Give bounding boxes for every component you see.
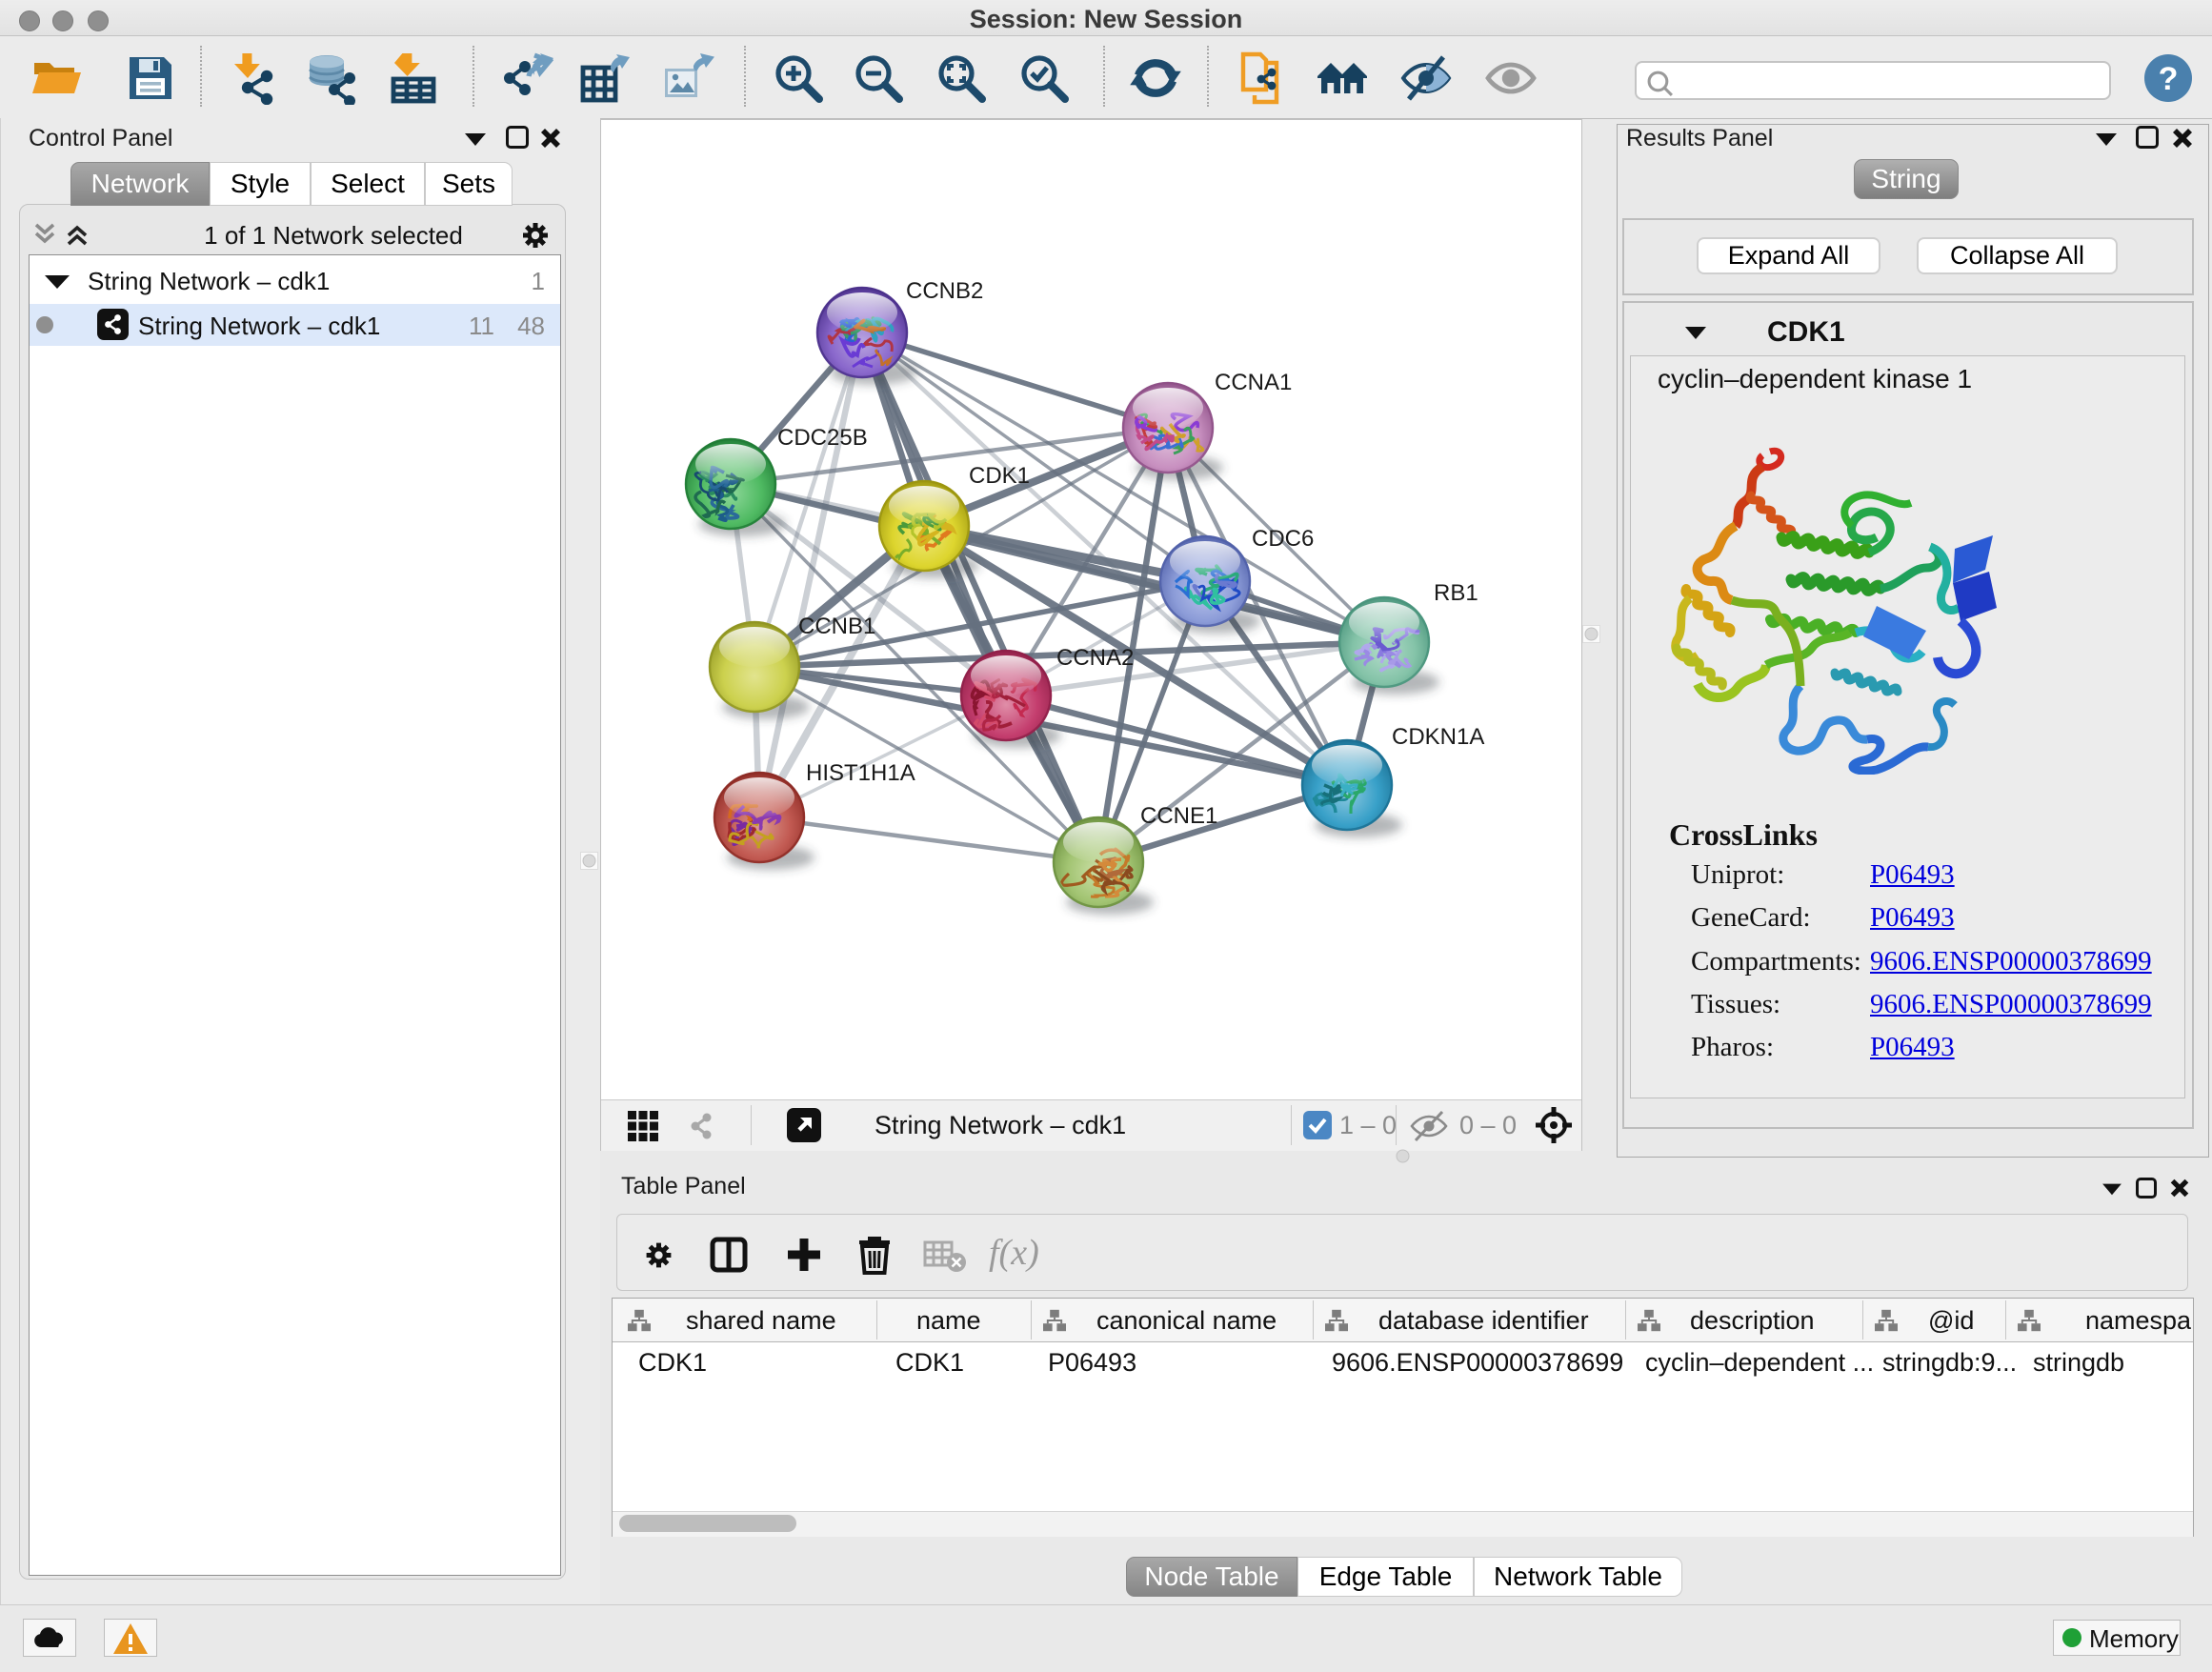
svg-text:CDKN1A: CDKN1A	[1392, 724, 1484, 750]
svg-text:CCNB1: CCNB1	[798, 614, 875, 639]
svg-text:CCNA2: CCNA2	[1056, 645, 1134, 671]
svg-text:RB1: RB1	[1434, 580, 1478, 606]
svg-text:CCNA1: CCNA1	[1215, 370, 1292, 395]
svg-text:CCNE1: CCNE1	[1140, 803, 1217, 829]
svg-text:HIST1H1A: HIST1H1A	[806, 760, 915, 786]
svg-text:?: ?	[2159, 61, 2179, 97]
svg-text:CCNB2: CCNB2	[906, 278, 983, 304]
svg-text:CDC6: CDC6	[1252, 526, 1314, 552]
svg-text:CDK1: CDK1	[969, 463, 1030, 489]
svg-text:CDC25B: CDC25B	[777, 425, 868, 451]
